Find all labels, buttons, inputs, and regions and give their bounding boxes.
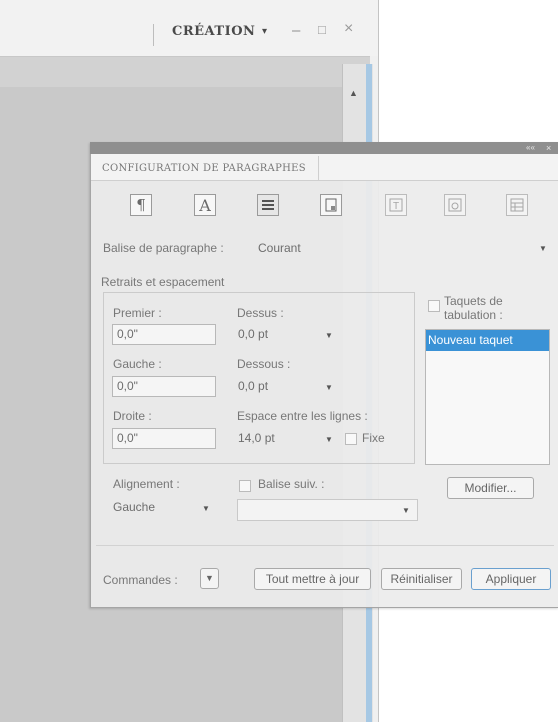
line-spacing-select[interactable]: 14,0 pt [238,431,275,445]
tabs-checkbox[interactable] [428,300,440,312]
maximize-icon[interactable]: □ [318,22,326,37]
indents-section-title: Retraits et espacement [101,275,225,289]
text-frame-icon[interactable]: T [385,194,407,216]
reset-button[interactable]: Réinitialiser [381,568,462,590]
apply-button[interactable]: Appliquer [471,568,551,590]
gauche-field[interactable]: 0,0" [112,376,216,397]
premier-field[interactable]: 0,0" [112,324,216,345]
alignment-label: Alignement : [113,477,180,491]
chevron-down-icon[interactable]: ▾ [262,26,267,37]
droite-field[interactable]: 0,0" [112,428,216,449]
panel-title: CONFIGURATION DE PARAGRAPHES [102,163,306,174]
scroll-up-arrow-icon[interactable]: ▲ [349,88,358,98]
commands-label: Commandes : [103,573,178,587]
dessus-label: Dessus : [237,306,284,320]
collapse-panel-icon[interactable]: «« [526,142,535,154]
toolbar-strip [0,56,370,88]
dessous-select[interactable]: 0,0 pt [238,379,268,393]
next-tag-checkbox[interactable] [239,480,251,492]
commands-menu-button[interactable]: ▼ [200,568,219,589]
pilcrow-icon[interactable]: ¶ [130,194,152,216]
fixe-label: Fixe [362,431,385,445]
minimize-icon[interactable]: – [292,22,300,39]
panel-close-icon[interactable]: × [546,142,551,154]
chevron-down-icon[interactable]: ▼ [202,504,210,513]
chevron-down-icon[interactable]: ▼ [539,244,547,253]
chevron-down-icon[interactable]: ▼ [325,383,333,392]
next-tag-label: Balise suiv. : [258,477,325,491]
tabs-list-item[interactable]: Nouveau taquet [426,330,549,351]
title-separator [153,24,154,46]
paragraph-tag-label: Balise de paragraphe : [103,241,224,255]
paragraph-tag-select[interactable]: Courant [258,241,301,255]
chevron-down-icon[interactable]: ▼ [402,506,410,515]
para-lines-icon[interactable] [257,194,279,216]
line-spacing-label: Espace entre les lignes : [237,409,368,423]
alignment-select[interactable]: Gauche [113,500,155,514]
modify-button[interactable]: Modifier... [447,477,534,499]
update-all-button[interactable]: Tout mettre à jour [254,568,371,590]
workspace-switcher[interactable]: CRÉATION [172,24,255,39]
next-tag-select[interactable] [237,499,418,521]
fixe-checkbox[interactable] [345,433,357,445]
panel-header-bar[interactable] [90,142,558,154]
close-icon[interactable]: × [344,20,353,38]
table-icon[interactable] [506,194,528,216]
footer-divider [96,545,554,546]
dessous-label: Dessous : [237,357,291,371]
chevron-down-icon[interactable]: ▼ [325,435,333,444]
gauche-label: Gauche : [113,357,162,371]
chevron-down-icon[interactable]: ▼ [325,331,333,340]
droite-label: Droite : [113,409,152,423]
tabs-label: Taquets de tabulation : [444,294,503,322]
premier-label: Premier : [113,306,162,320]
svg-text:T: T [393,201,399,212]
dessus-select[interactable]: 0,0 pt [238,327,268,341]
ligature-icon[interactable] [444,194,466,216]
char-A-icon[interactable]: A [194,194,216,216]
page-icon[interactable] [320,194,342,216]
